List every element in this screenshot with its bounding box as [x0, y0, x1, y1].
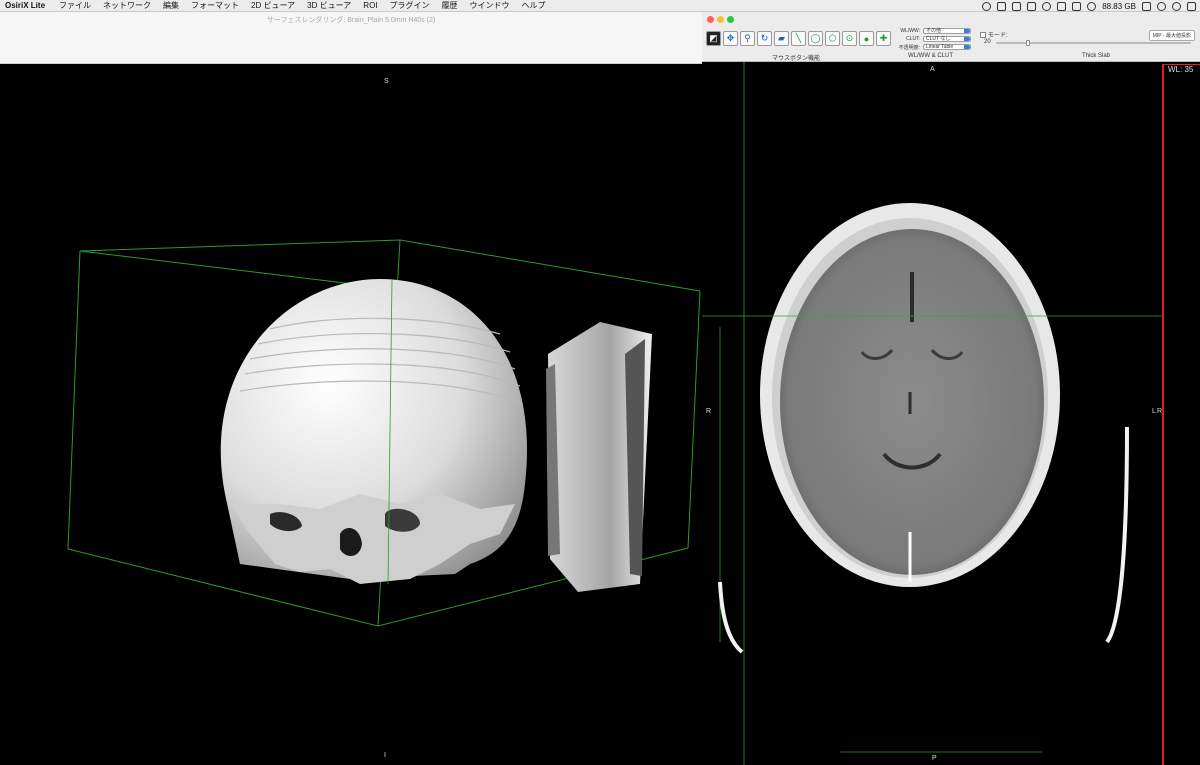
mouse-tools: ◩ ✥ ⚲ ↻ ▰ ╲ ◯ ⬠ ⊙ ● ✚ — [706, 31, 891, 46]
slider-knob[interactable] — [1026, 40, 1030, 46]
scroll-tool[interactable]: ▰ — [774, 31, 789, 46]
polygon-tool[interactable]: ⬠ — [825, 31, 840, 46]
wl-controls: WL/WW: その他 CLUT: CLUT なし 不透明度: Linear Table — [898, 27, 971, 51]
disk-space: 88.83 GB — [1102, 1, 1136, 11]
status-icons: 88.83 GB — [982, 0, 1196, 12]
opacity-label: 不透明度: — [898, 44, 920, 51]
wlww-select[interactable]: その他 — [923, 28, 971, 34]
clip-slab — [546, 322, 652, 592]
point-tool[interactable]: ⊙ — [842, 31, 857, 46]
clipboard-icon[interactable] — [1057, 1, 1067, 11]
orient-left: L — [1152, 408, 1156, 415]
wl-readout: WL: 35 — [1168, 65, 1194, 74]
surface-render-view[interactable]: S I — [0, 64, 702, 765]
skull-ct — [760, 203, 1060, 587]
menu-3d-viewer[interactable]: 3D ビューア — [307, 0, 351, 11]
menu-2d-viewer[interactable]: 2D ビューア — [251, 0, 295, 11]
axial-ct-view[interactable]: A R L R P WL: 35 — [702, 62, 1200, 765]
thick-slab-slider[interactable] — [996, 40, 1191, 46]
mode-checkbox[interactable] — [980, 31, 986, 38]
battery-icon[interactable] — [1072, 1, 1082, 11]
orient-right: R — [706, 408, 712, 415]
menu-format[interactable]: フォーマット — [191, 0, 239, 11]
skull-surface — [220, 278, 528, 585]
section-thick-slab-label: Thick Slab — [1082, 53, 1111, 59]
move-tool[interactable]: ✥ — [723, 31, 738, 46]
ct-image-svg — [702, 62, 1162, 765]
viewer-toolbar: ◩ ✥ ⚲ ↻ ▰ ╲ ◯ ⬠ ⊙ ● ✚ マウスボタン機能 WL/WW: その他… — [702, 12, 1200, 62]
menu-history[interactable]: 履歴 — [442, 0, 458, 11]
rotate-tool[interactable]: ↻ — [757, 31, 772, 46]
bluetooth-icon[interactable] — [1142, 1, 1151, 11]
menu-plugins[interactable]: プラグイン — [390, 0, 430, 11]
orientation-bottom: I — [384, 752, 386, 759]
wl-readout-panel: WL: 35 — [1162, 64, 1200, 765]
cross-tool[interactable]: ✚ — [876, 31, 891, 46]
menu-roi[interactable]: ROI — [363, 1, 377, 10]
length-tool[interactable]: ╲ — [791, 31, 806, 46]
section-wlww-label: WL/WW & CLUT — [908, 53, 953, 59]
clut-label: CLUT: — [906, 36, 920, 42]
surface-render-titlebar: サーフェスレンダリング: Brain_Plain 5.0mm H40s (2) — [0, 12, 702, 64]
close-window-button[interactable] — [707, 16, 714, 23]
eye-icon[interactable] — [1042, 1, 1052, 11]
mode-label: モード: — [988, 33, 1008, 39]
menu-window[interactable]: ウインドウ — [470, 0, 510, 11]
dropbox-icon[interactable] — [1012, 1, 1022, 11]
app-menu[interactable]: OsiriX Lite — [5, 1, 45, 10]
zoom-tool[interactable]: ⚲ — [740, 31, 755, 46]
clut-select[interactable]: CLUT なし — [923, 36, 971, 42]
slab-value: 20 — [984, 39, 991, 45]
mode-toggle[interactable]: モード: — [980, 30, 1008, 39]
menu-edit[interactable]: 編集 — [163, 0, 179, 11]
menu-bar: OsiriX Lite ファイル ネットワーク 編集 フォーマット 2D ビュー… — [0, 0, 1200, 12]
volume-render-svg — [67, 239, 701, 627]
menu-help[interactable]: ヘルプ — [522, 0, 546, 11]
opacity-select[interactable]: Linear Table — [923, 44, 971, 50]
orient-posterior: P — [932, 755, 937, 762]
info-icon[interactable] — [982, 1, 992, 11]
vpn-icon[interactable] — [1087, 1, 1097, 11]
minimize-window-button[interactable] — [717, 16, 724, 23]
window-level-tool[interactable]: ◩ — [706, 31, 721, 46]
wlww-label: WL/WW: — [900, 28, 920, 34]
wifi-icon[interactable] — [1157, 1, 1166, 11]
window-title: サーフェスレンダリング: Brain_Plain 5.0mm H40s (2) — [266, 17, 436, 24]
control-center-icon[interactable] — [1187, 1, 1196, 11]
clock-icon[interactable] — [1027, 1, 1037, 11]
section-mouse-label: マウスボタン機能 — [772, 56, 821, 62]
menu-network[interactable]: ネットワーク — [103, 0, 151, 11]
mip-mode-select[interactable]: MIP - 最大値投影 — [1148, 30, 1195, 41]
menu-file[interactable]: ファイル — [59, 0, 91, 11]
zoom-window-button[interactable] — [727, 16, 734, 23]
oval-tool[interactable]: ◯ — [808, 31, 823, 46]
orientation-top: S — [384, 78, 389, 85]
brush-tool[interactable]: ● — [859, 31, 874, 46]
orient-anterior: A — [930, 66, 935, 73]
search-icon[interactable] — [1172, 1, 1181, 11]
display-icon[interactable] — [997, 1, 1007, 11]
